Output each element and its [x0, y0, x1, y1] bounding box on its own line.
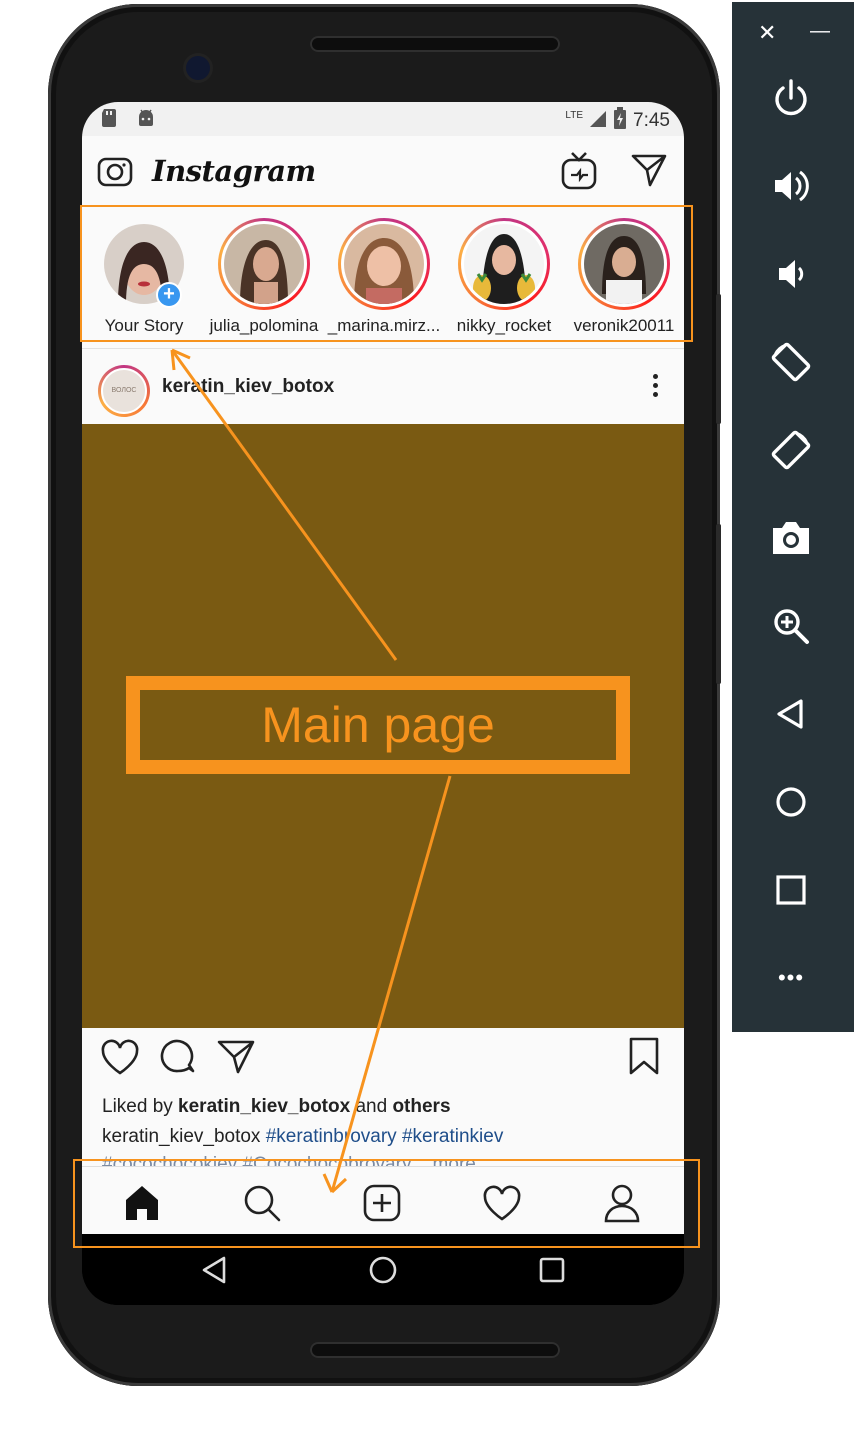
- volume-down-icon[interactable]: [767, 250, 815, 298]
- android-icon: [136, 108, 156, 134]
- more-options-icon[interactable]: [652, 374, 660, 401]
- bottom-speaker: [310, 1342, 560, 1358]
- emulator-window-controls: ✕ —: [732, 2, 854, 58]
- power-side-button: [716, 294, 721, 424]
- lte-label: LTE: [565, 109, 584, 121]
- front-camera: [186, 56, 210, 80]
- comment-icon[interactable]: [158, 1038, 198, 1081]
- rotate-right-icon[interactable]: [767, 426, 815, 474]
- bookmark-icon[interactable]: [628, 1036, 660, 1081]
- like-icon[interactable]: [100, 1038, 140, 1081]
- direct-message-icon[interactable]: [630, 152, 668, 193]
- home-circle-toolbar-icon[interactable]: [767, 778, 815, 826]
- caption-username[interactable]: keratin_kiev_botox: [102, 1126, 260, 1147]
- stories-highlight-box: [80, 205, 693, 342]
- likes-prefix: Liked by: [102, 1096, 179, 1117]
- post-username[interactable]: keratin_kiev_botox: [162, 376, 334, 398]
- earpiece-speaker: [310, 36, 560, 52]
- annotation-label-box: Main page: [126, 676, 630, 774]
- share-icon[interactable]: [216, 1038, 256, 1081]
- signal-icon: [589, 108, 607, 134]
- caption-line: keratin_kiev_botox #keratinbrovary #kera…: [102, 1126, 672, 1148]
- camera-icon[interactable]: [96, 152, 134, 195]
- clock: 7:45: [633, 110, 670, 131]
- battery-icon: [613, 107, 627, 135]
- top-bar: Instagram: [82, 136, 684, 208]
- close-icon[interactable]: ✕: [758, 20, 776, 46]
- status-bar: LTE 7:45: [82, 102, 684, 136]
- overview-square-icon[interactable]: [767, 866, 815, 914]
- recents-icon[interactable]: [534, 1252, 570, 1288]
- post-actions: [82, 1032, 684, 1092]
- zoom-icon[interactable]: [767, 602, 815, 650]
- minimize-icon[interactable]: —: [810, 20, 830, 43]
- rotate-left-icon[interactable]: [767, 338, 815, 386]
- home-circle-icon[interactable]: [365, 1252, 401, 1288]
- likes-line: Liked by keratin_kiev_botox and others: [102, 1096, 672, 1118]
- caption-hashtags[interactable]: #keratinbrovary #keratinkiev: [260, 1126, 504, 1147]
- igtv-icon[interactable]: [560, 150, 598, 195]
- post-avatar[interactable]: ВОЛОС: [98, 365, 150, 417]
- screenshot-camera-icon[interactable]: [767, 514, 815, 562]
- more-icon[interactable]: •••: [767, 954, 815, 1002]
- volume-side-button: [716, 524, 721, 684]
- avatar-logo-text: ВОЛОС: [101, 368, 147, 414]
- liked-by-user[interactable]: keratin_kiev_botox: [178, 1096, 350, 1117]
- sd-card-icon: [100, 108, 118, 134]
- bottom-nav-highlight-box: [73, 1159, 700, 1248]
- volume-up-icon[interactable]: [767, 162, 815, 210]
- likes-mid: and: [350, 1096, 393, 1117]
- power-icon[interactable]: [767, 74, 815, 122]
- emulator-toolbar: ✕ — •••: [732, 2, 854, 1032]
- post-header: ВОЛОС keratin_kiev_botox: [82, 348, 684, 424]
- back-triangle-icon[interactable]: [767, 690, 815, 738]
- back-icon[interactable]: [196, 1252, 232, 1288]
- liked-by-others[interactable]: others: [392, 1096, 450, 1117]
- instagram-logo: Instagram: [152, 154, 316, 188]
